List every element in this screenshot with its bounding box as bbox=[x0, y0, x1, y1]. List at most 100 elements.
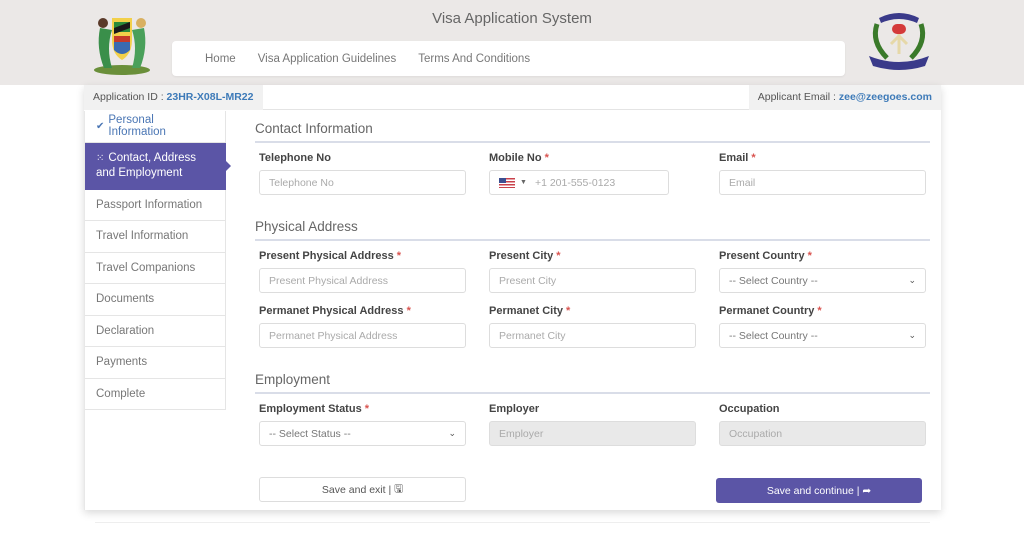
sidebar-item-label: Passport Information bbox=[96, 198, 203, 211]
employment-status-select[interactable]: -- Select Status -- ⌄ bbox=[259, 421, 466, 446]
sidebar-item-label: ⁙ Contact, Address and Employment bbox=[96, 151, 214, 181]
present-country-label: Present Country * bbox=[719, 250, 812, 262]
employment-status-value: -- Select Status -- bbox=[269, 427, 351, 440]
permanent-address-label: Permanet Physical Address * bbox=[259, 305, 411, 317]
section-employment-title: Employment bbox=[255, 372, 930, 394]
email-input[interactable]: Email bbox=[719, 170, 926, 195]
permanent-country-label: Permanet Country * bbox=[719, 305, 822, 317]
mobile-label: Mobile No * bbox=[489, 152, 549, 164]
telephone-placeholder: Telephone No bbox=[269, 176, 334, 189]
chevron-down-icon: ⌄ bbox=[908, 275, 916, 285]
employment-status-group: Employment Status * -- Select Status -- ⌄ bbox=[259, 403, 466, 446]
applicant-email: Applicant Email : zee@zeegoes.com bbox=[748, 85, 941, 110]
sidebar-item-label: Travel Information bbox=[96, 230, 189, 243]
form-area: Contact Information Telephone No Telepho… bbox=[255, 111, 930, 446]
section-contact-title: Contact Information bbox=[255, 121, 930, 143]
telephone-input[interactable]: Telephone No bbox=[259, 170, 466, 195]
mobile-input[interactable]: ▼ +1 201-555-0123 bbox=[489, 170, 669, 195]
occupation-group: Occupation Occupation bbox=[719, 403, 926, 446]
present-address-input[interactable]: Present Physical Address bbox=[259, 268, 466, 293]
application-id: Application ID : 23HR-X08L-MR22 bbox=[84, 85, 263, 110]
occupation-placeholder: Occupation bbox=[729, 427, 783, 440]
sidebar-item-complete[interactable]: Complete bbox=[84, 378, 226, 410]
email-field-group: Email * Email bbox=[719, 152, 926, 195]
sidebar-item-label: Payments bbox=[96, 356, 148, 369]
email-placeholder: Email bbox=[729, 176, 756, 189]
header: Visa Application System Home Visa Applic… bbox=[0, 0, 1024, 85]
sidebar-item-personal-information[interactable]: ✔ Personal Information bbox=[84, 111, 226, 143]
permanent-city-group: Permanet City * Permanet City bbox=[489, 305, 696, 348]
chevron-down-icon: ⌄ bbox=[448, 428, 456, 438]
present-address-placeholder: Present Physical Address bbox=[269, 274, 389, 287]
employer-placeholder: Employer bbox=[499, 427, 544, 440]
sidebar-item-passport-information[interactable]: Passport Information bbox=[84, 189, 226, 221]
sidebar-item-travel-companions[interactable]: Travel Companions bbox=[84, 252, 226, 284]
share-arrow-icon: ➦ bbox=[862, 484, 872, 497]
immigration-logo bbox=[865, 10, 933, 74]
check-icon: ✔ bbox=[96, 120, 105, 132]
nav-guidelines[interactable]: Visa Application Guidelines bbox=[258, 53, 397, 65]
mobile-placeholder: +1 201-555-0123 bbox=[534, 176, 616, 189]
spinner-icon: ⁙ bbox=[96, 152, 105, 164]
sidebar-divider bbox=[84, 111, 85, 510]
nav-home[interactable]: Home bbox=[205, 53, 236, 65]
application-info-bar: Application ID : 23HR-X08L-MR22 Applican… bbox=[84, 85, 941, 110]
chevron-down-icon: ⌄ bbox=[908, 330, 916, 340]
application-card: Application ID : 23HR-X08L-MR22 Applican… bbox=[84, 85, 941, 510]
nav-terms[interactable]: Terms And Conditions bbox=[418, 53, 530, 65]
us-flag-icon[interactable] bbox=[499, 177, 515, 188]
sidebar-item-label: Declaration bbox=[96, 324, 155, 337]
sidebar-item-payments[interactable]: Payments bbox=[84, 347, 226, 379]
sidebar-item-text: Contact, Address and Employment bbox=[96, 151, 196, 179]
present-city-label: Present City * bbox=[489, 250, 561, 262]
employer-label: Employer bbox=[489, 403, 540, 415]
occupation-label: Occupation bbox=[719, 403, 780, 415]
present-country-group: Present Country * -- Select Country -- ⌄ bbox=[719, 250, 926, 293]
steps-sidebar: ✔ Personal Information ⁙ Contact, Address… bbox=[84, 111, 231, 410]
present-city-group: Present City * Present City bbox=[489, 250, 696, 293]
sidebar-item-travel-information[interactable]: Travel Information bbox=[84, 221, 226, 253]
present-address-row: Present Physical Address * Present Physi… bbox=[255, 250, 930, 293]
present-address-label: Present Physical Address * bbox=[259, 250, 402, 262]
footer-divider bbox=[95, 522, 930, 523]
permanent-address-placeholder: Permanet Physical Address bbox=[269, 329, 398, 342]
save-and-continue-button[interactable]: Save and continue | ➦ bbox=[716, 478, 922, 503]
telephone-field-group: Telephone No Telephone No bbox=[259, 152, 466, 195]
permanent-city-placeholder: Permanet City bbox=[499, 329, 566, 342]
caret-down-icon[interactable]: ▼ bbox=[520, 179, 527, 186]
sidebar-item-label: Travel Companions bbox=[96, 261, 196, 274]
employer-input[interactable]: Employer bbox=[489, 421, 696, 446]
sidebar-item-documents[interactable]: Documents bbox=[84, 284, 226, 316]
present-city-placeholder: Present City bbox=[499, 274, 557, 287]
permanent-address-group: Permanet Physical Address * Permanet Phy… bbox=[259, 305, 466, 348]
permanent-address-input[interactable]: Permanet Physical Address bbox=[259, 323, 466, 348]
sidebar-item-declaration[interactable]: Declaration bbox=[84, 315, 226, 347]
employment-status-label: Employment Status * bbox=[259, 403, 370, 415]
application-id-value: 23HR-X08L-MR22 bbox=[166, 91, 254, 103]
permanent-city-label: Permanet City * bbox=[489, 305, 571, 317]
permanent-country-value: -- Select Country -- bbox=[729, 329, 818, 342]
email-label: Email * bbox=[719, 152, 756, 164]
save-and-exit-button[interactable]: Save and exit | 🖫 bbox=[259, 477, 466, 502]
occupation-input[interactable]: Occupation bbox=[719, 421, 926, 446]
telephone-label: Telephone No bbox=[259, 152, 331, 164]
contact-row: Telephone No Telephone No Mobile No * ▼ … bbox=[255, 152, 930, 195]
sidebar-item-contact-address-employment[interactable]: ⁙ Contact, Address and Employment bbox=[84, 142, 231, 190]
sidebar-item-label: Complete bbox=[96, 387, 146, 400]
application-id-label: Application ID : bbox=[93, 91, 164, 103]
mobile-field-group: Mobile No * ▼ +1 201-555-0123 bbox=[489, 152, 696, 195]
present-country-select[interactable]: -- Select Country -- ⌄ bbox=[719, 268, 926, 293]
applicant-email-label: Applicant Email : bbox=[757, 91, 836, 103]
applicant-email-value: zee@zeegoes.com bbox=[838, 91, 932, 103]
save-and-exit-label: Save and exit | bbox=[321, 483, 392, 496]
floppy-disk-icon: 🖫 bbox=[394, 482, 404, 495]
section-address-title: Physical Address bbox=[255, 219, 930, 241]
permanent-country-select[interactable]: -- Select Country -- ⌄ bbox=[719, 323, 926, 348]
present-country-value: -- Select Country -- bbox=[729, 274, 818, 287]
permanent-address-row: Permanet Physical Address * Permanet Phy… bbox=[255, 305, 930, 348]
sidebar-item-label: Personal Information bbox=[108, 114, 166, 139]
save-and-continue-label: Save and continue | bbox=[766, 484, 860, 497]
present-address-group: Present Physical Address * Present Physi… bbox=[259, 250, 466, 293]
present-city-input[interactable]: Present City bbox=[489, 268, 696, 293]
permanent-city-input[interactable]: Permanet City bbox=[489, 323, 696, 348]
